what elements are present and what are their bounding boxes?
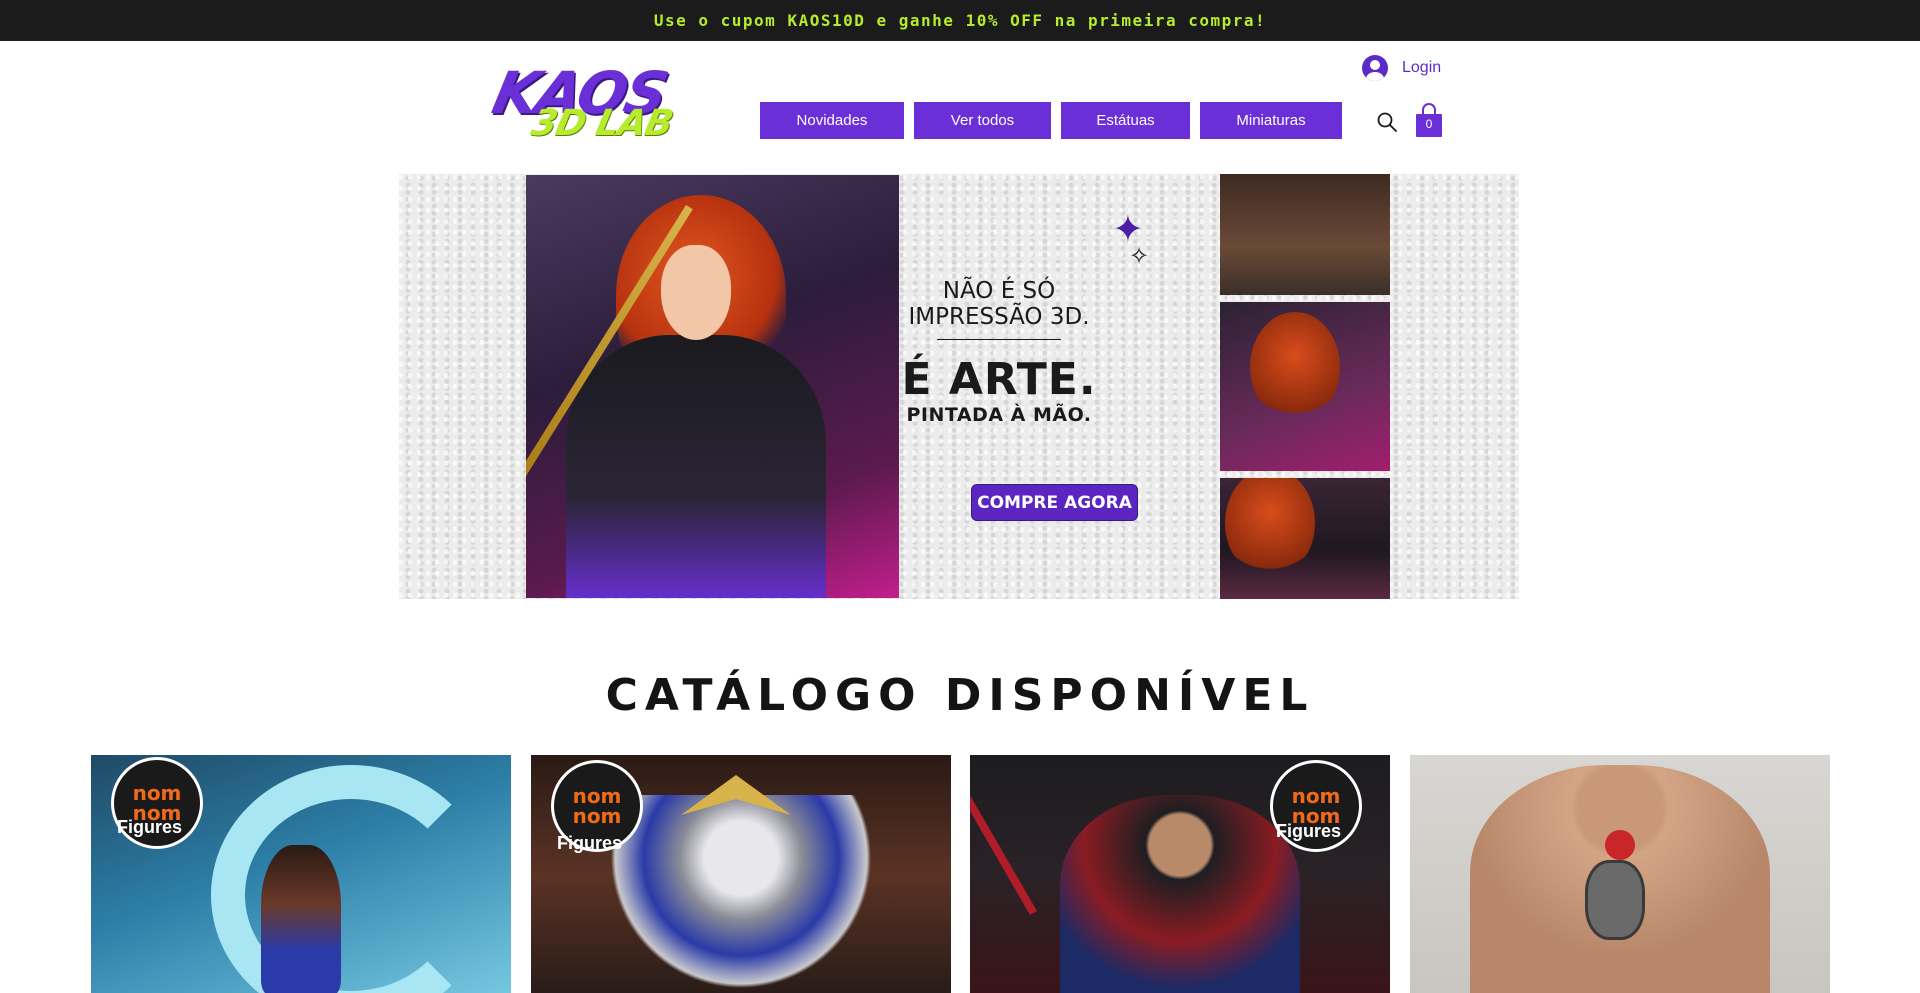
badge-sub-text: Figures (1276, 821, 1342, 841)
login-label: Login (1402, 59, 1442, 76)
hero-main-image (526, 175, 899, 598)
search-icon[interactable] (1376, 111, 1398, 133)
hero-figure-face (661, 245, 731, 340)
badge-sub-text: Figures (557, 833, 623, 853)
badge-top-text: nom (1291, 784, 1341, 808)
hero-divider (937, 339, 1061, 340)
thumbnail-hair (1225, 478, 1315, 578)
cart-button[interactable]: 0 (1415, 102, 1443, 138)
nav-item-miniaturas[interactable]: Miniaturas (1200, 102, 1342, 139)
catalog-title: CATÁLOGO DISPONÍVEL (605, 670, 1315, 721)
cart-count: 0 (1425, 117, 1433, 131)
hero-line-1: NÃO É SÓ (942, 278, 1056, 304)
product-image-fist (1585, 860, 1645, 940)
badge-top-text: nom (132, 781, 182, 805)
product-image-mech (601, 795, 881, 993)
hero-figure-body (566, 335, 826, 598)
hero-banner: ✦ ✧ NÃO É SÓ IMPRESSÃO 3D. É ARTE. PINTA… (399, 174, 1519, 599)
product-card[interactable] (1410, 755, 1830, 993)
thumbnail-hair (1250, 312, 1340, 422)
product-card[interactable]: nom nom Figures (91, 755, 511, 993)
nav-item-ver-todos[interactable]: Ver todos (914, 102, 1051, 139)
shop-now-button[interactable]: COMPRE AGORA (971, 484, 1138, 521)
promo-text: Use o cupom KAOS10D e ganhe 10% OFF na p… (653, 11, 1267, 30)
badge-sub-text: Figures (117, 817, 183, 837)
nav-item-estatuas[interactable]: Estátuas (1061, 102, 1190, 139)
product-image-figure (261, 845, 341, 993)
product-image-character (1060, 795, 1300, 993)
main-nav: Novidades Ver todos Estátuas Miniaturas (760, 102, 1342, 139)
product-image-detail (1605, 830, 1635, 860)
badge-bottom-text: nom (572, 804, 622, 828)
logo-sub-text: 3D LAB (527, 103, 677, 144)
hero-thumbnail-1[interactable] (1220, 174, 1390, 295)
hero-headline: É ARTE. (901, 354, 1097, 405)
product-image-water (211, 765, 491, 993)
nav-item-novidades[interactable]: Novidades (760, 102, 904, 139)
product-image-katana (970, 772, 1037, 915)
sparkle-outline-icon: ✧ (1129, 242, 1150, 270)
hero-thumbnail-2[interactable] (1220, 302, 1390, 471)
brand-logo[interactable]: KAOS 3D LAB (487, 59, 694, 148)
product-card[interactable]: nom nom Figures (970, 755, 1390, 993)
hero-subheadline: PINTADA À MÃO. (906, 404, 1092, 426)
badge-top-text: nom (572, 784, 622, 808)
hero-line-2: IMPRESSÃO 3D. (908, 304, 1090, 330)
hero-tagline: NÃO É SÓ IMPRESSÃO 3D. É ARTE. PINTADA À… (879, 278, 1119, 427)
promo-banner: Use o cupom KAOS10D e ganhe 10% OFF na p… (0, 0, 1920, 41)
hero-thumbnail-3[interactable] (1220, 478, 1390, 599)
product-card[interactable]: nom nom Figures (531, 755, 951, 993)
account-icon (1362, 55, 1388, 81)
login-button[interactable]: Login (1362, 54, 1441, 82)
